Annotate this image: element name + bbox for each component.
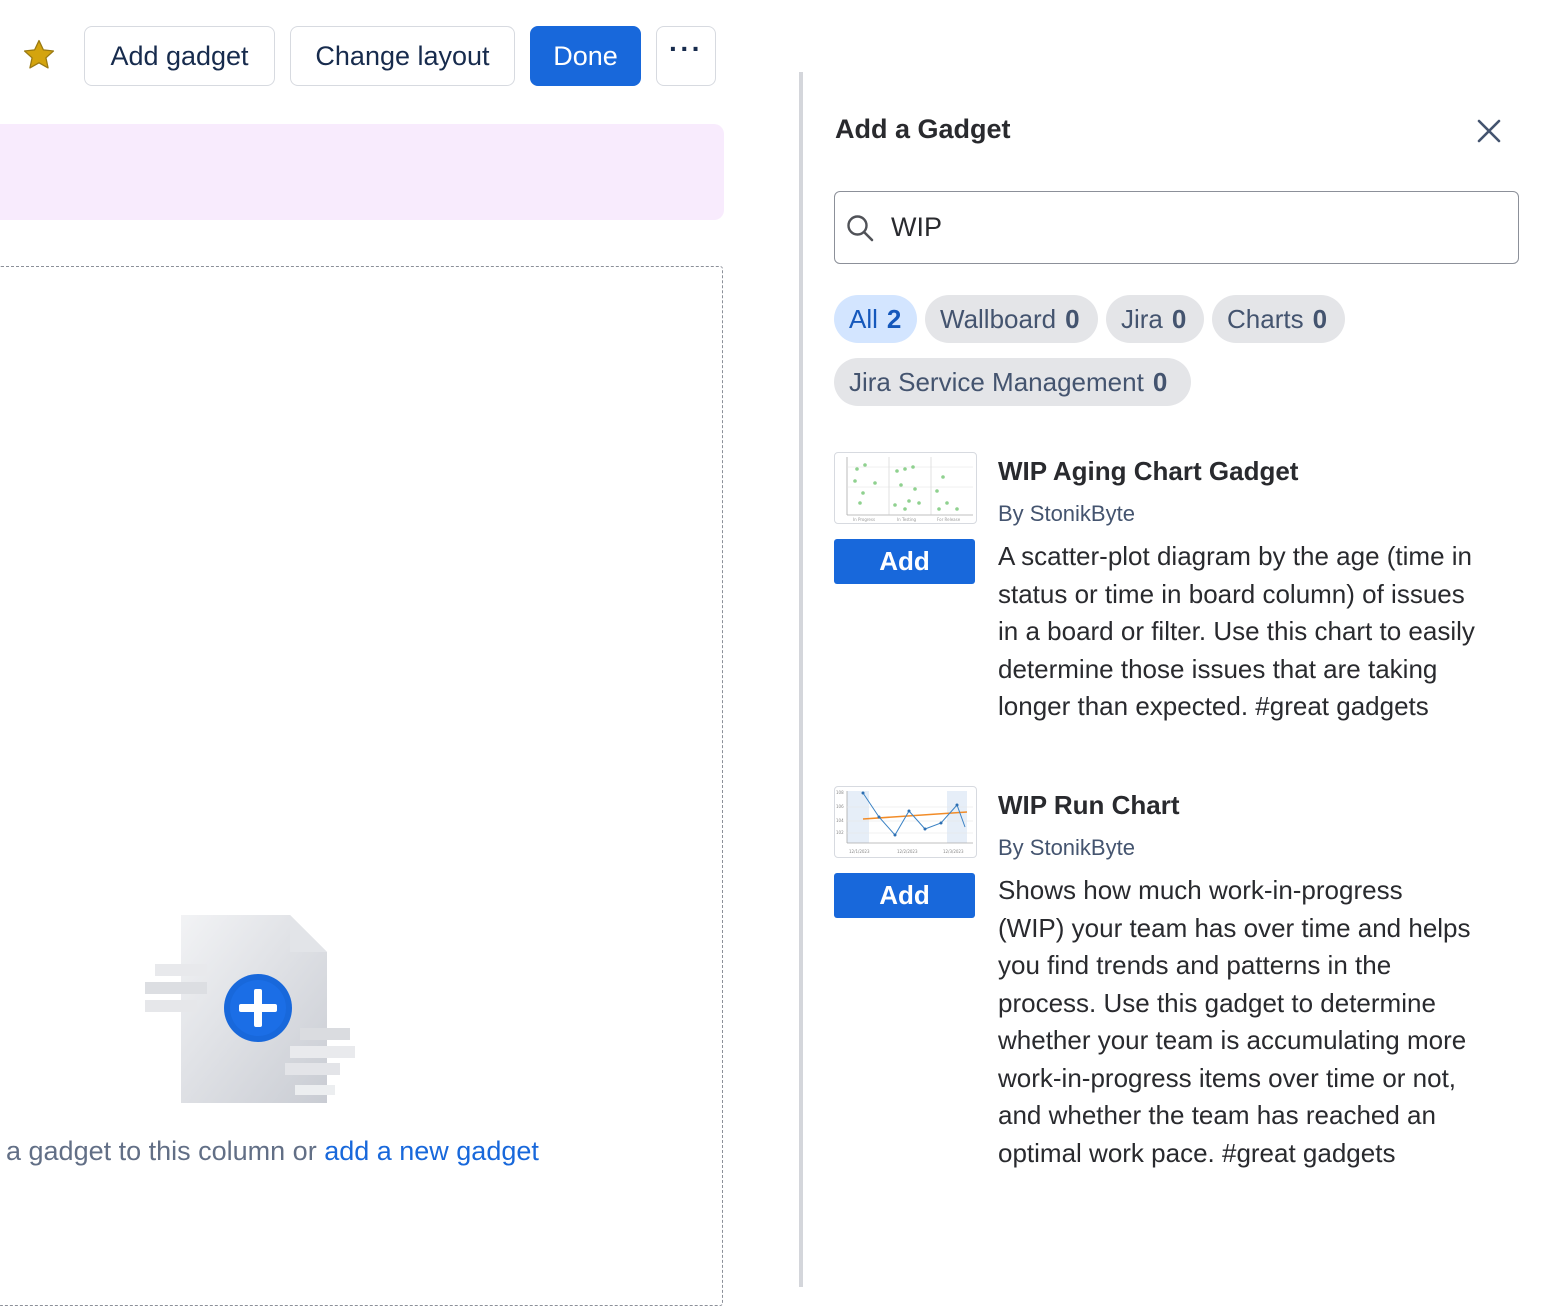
scatter-chart-thumbnail: In Progress In Testing For Release bbox=[834, 452, 977, 524]
add-new-gadget-link[interactable]: add a new gadget bbox=[324, 1136, 539, 1166]
search-field[interactable] bbox=[834, 191, 1519, 264]
svg-text:For Release: For Release bbox=[937, 517, 961, 522]
panel-divider bbox=[799, 72, 803, 1287]
dashboard-banner bbox=[0, 124, 724, 220]
change-layout-button[interactable]: Change layout bbox=[290, 26, 515, 86]
filter-chip-jira-service-management[interactable]: Jira Service Management 0 bbox=[834, 358, 1191, 406]
gadget-name: WIP Run Chart bbox=[998, 790, 1180, 820]
svg-text:106: 106 bbox=[836, 804, 844, 809]
gadget-description: Shows how much work-in-progress (WIP) yo… bbox=[998, 875, 1471, 1168]
svg-text:In Progress: In Progress bbox=[853, 517, 875, 522]
more-actions-button[interactable]: ··· bbox=[656, 26, 716, 86]
svg-text:12/3/2023: 12/3/2023 bbox=[943, 849, 964, 854]
gadget-name: WIP Aging Chart Gadget bbox=[998, 456, 1299, 486]
svg-text:104: 104 bbox=[836, 818, 844, 823]
search-icon bbox=[847, 215, 874, 242]
add-gadget-illustration bbox=[145, 915, 355, 1103]
more-icon: ··· bbox=[669, 33, 703, 64]
star-icon[interactable] bbox=[22, 38, 56, 72]
add-gadget-button-wip-aging[interactable]: Add bbox=[834, 539, 975, 584]
gadget-author: By StonikByte bbox=[998, 501, 1135, 526]
add-gadget-button-wip-run[interactable]: Add bbox=[834, 873, 975, 918]
add-gadget-button[interactable]: Add gadget bbox=[84, 26, 275, 86]
svg-text:102: 102 bbox=[836, 830, 844, 835]
gadget-description: A scatter-plot diagram by the age (time … bbox=[998, 541, 1475, 721]
filter-chip-jira[interactable]: Jira 0 bbox=[1106, 295, 1204, 343]
filter-chip-charts[interactable]: Charts 0 bbox=[1212, 295, 1345, 343]
empty-column-text: a gadget to this column or add a new gad… bbox=[6, 1136, 539, 1166]
search-input[interactable] bbox=[891, 202, 1491, 252]
gadget-author: By StonikByte bbox=[998, 835, 1135, 860]
close-icon[interactable] bbox=[1473, 115, 1505, 147]
run-chart-thumbnail: 108 106 104 102 12/1/2023 12/2/2023 12/3/2023 bbox=[834, 786, 977, 858]
done-button[interactable]: Done bbox=[530, 26, 641, 86]
svg-text:12/1/2023: 12/1/2023 bbox=[849, 849, 870, 854]
svg-text:12/2/2023: 12/2/2023 bbox=[897, 849, 918, 854]
svg-text:108: 108 bbox=[836, 790, 844, 795]
svg-text:In Testing: In Testing bbox=[897, 517, 917, 522]
filter-chip-wallboard[interactable]: Wallboard 0 bbox=[925, 295, 1098, 343]
filter-chip-all[interactable]: All 2 bbox=[834, 295, 917, 343]
panel-title: Add a Gadget bbox=[835, 114, 1011, 144]
